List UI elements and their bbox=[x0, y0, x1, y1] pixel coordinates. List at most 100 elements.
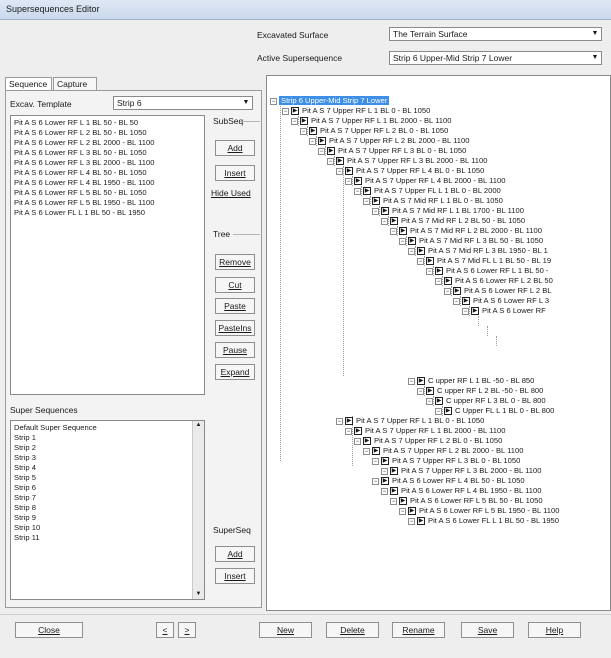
collapse-icon[interactable]: − bbox=[309, 137, 316, 145]
list-item[interactable]: Strip 11 bbox=[11, 533, 204, 543]
tree-node[interactable]: − ▶ Pit A S 6 Lower RF L 1 BL 50 - bbox=[426, 266, 548, 276]
collapse-icon[interactable]: − bbox=[381, 217, 388, 225]
list-item[interactable]: Pit A S 6 Lower RF L 5 BL 1950 - BL 1100 bbox=[11, 198, 204, 208]
new-button[interactable]: New bbox=[259, 622, 312, 638]
collapse-icon[interactable]: − bbox=[336, 167, 343, 175]
list-item[interactable]: Pit A S 6 Lower RF L 1 BL 50 - BL 50 bbox=[11, 118, 204, 128]
list-item[interactable]: Default Super Sequence bbox=[11, 423, 204, 433]
superseq-insert-button[interactable]: Insert bbox=[215, 568, 255, 584]
collapse-icon[interactable]: − bbox=[462, 307, 469, 315]
tree-node[interactable]: − ▶ Pit A S 7 Upper RF L 1 BL 0 - BL 1050 bbox=[282, 106, 430, 116]
subseq-add-button[interactable]: Add bbox=[215, 140, 255, 156]
list-item[interactable]: Pit A S 6 Lower FL L 1 BL 50 - BL 1950 bbox=[11, 208, 204, 218]
tree-node[interactable]: − ▶ Pit A S 7 Upper RF L 3 BL 0 - BL 1050 bbox=[372, 456, 520, 466]
tree-node[interactable]: − ▶ Pit A S 7 Mid RF L 2 BL 2000 - BL 1100 bbox=[390, 226, 542, 236]
tree-node[interactable]: − ▶ Pit A S 7 Upper RF L 3 BL 2000 - BL 11… bbox=[327, 156, 487, 166]
tree-paste-button[interactable]: Paste bbox=[215, 298, 255, 314]
tree-remove-button[interactable]: Remove bbox=[215, 254, 255, 270]
collapse-icon[interactable]: − bbox=[270, 97, 277, 105]
list-item[interactable]: Strip 4 bbox=[11, 463, 204, 473]
collapse-icon[interactable]: − bbox=[381, 487, 388, 495]
collapse-icon[interactable]: − bbox=[345, 177, 352, 185]
tree-node[interactable]: − ▶ Pit A S 7 Mid RF L 2 BL 50 - BL 1050 bbox=[381, 216, 525, 226]
tree-node[interactable]: − ▶ Pit A S 6 Lower RF L 5 BL 1950 - BL 11… bbox=[399, 506, 559, 516]
tree-node[interactable]: − ▶ Pit A S 7 Mid RF L 3 BL 1950 - BL 1 bbox=[408, 246, 548, 256]
tree-node[interactable]: − ▶ Pit A S 7 Upper RF L 3 BL 2000 - BL 11… bbox=[381, 466, 541, 476]
collapse-icon[interactable]: − bbox=[417, 257, 424, 265]
tab-capture[interactable]: Capture bbox=[53, 77, 97, 91]
tree-node[interactable]: − ▶ C upper RF L 1 BL -50 - BL 850 bbox=[408, 376, 534, 386]
tree-node[interactable]: − ▶ Pit A S 7 Upper RF L 1 BL 2000 - BL 11… bbox=[345, 426, 505, 436]
tree-node[interactable]: − ▶ C Upper FL L 1 BL 0 - BL 800 bbox=[435, 406, 554, 416]
scroll-down-icon[interactable]: ▼ bbox=[193, 590, 204, 599]
tree-expand-button[interactable]: Expand bbox=[215, 364, 255, 380]
tree-node[interactable]: − ▶ Pit A S 7 Upper RF L 4 BL 0 - BL 1050 bbox=[336, 166, 484, 176]
tree-node[interactable]: − ▶ Pit A S 7 Upper RF L 2 BL 2000 - BL 11… bbox=[363, 446, 523, 456]
collapse-icon[interactable]: − bbox=[345, 427, 352, 435]
list-item[interactable]: Strip 3 bbox=[11, 453, 204, 463]
subsequence-list[interactable]: Pit A S 6 Lower RF L 1 BL 50 - BL 50 Pit… bbox=[10, 115, 205, 395]
rename-button[interactable]: Rename bbox=[392, 622, 445, 638]
collapse-icon[interactable]: − bbox=[363, 197, 370, 205]
superseq-add-button[interactable]: Add bbox=[215, 546, 255, 562]
tree-root-node[interactable]: − Strip 6 Upper-Mid Strip 7 Lower bbox=[270, 96, 390, 106]
tree-pause-button[interactable]: Pause bbox=[215, 342, 255, 358]
collapse-icon[interactable]: − bbox=[354, 437, 361, 445]
tree-node[interactable]: − ▶ Pit A S 7 Upper RF L 2 BL 2000 - BL 11… bbox=[309, 136, 469, 146]
tree-node[interactable]: − ▶ Pit A S 7 Upper RF L 3 BL 0 - BL 1050 bbox=[318, 146, 466, 156]
collapse-icon[interactable]: − bbox=[327, 157, 334, 165]
tree-node[interactable]: − ▶ Pit A S 7 Mid RF L 1 BL 0 - BL 1050 bbox=[363, 196, 503, 206]
previous-button[interactable]: < bbox=[156, 622, 174, 638]
tree-node[interactable]: − ▶ Pit A S 7 Upper RF L 1 BL 2000 - BL 11… bbox=[291, 116, 451, 126]
save-button[interactable]: Save bbox=[461, 622, 514, 638]
collapse-icon[interactable]: − bbox=[426, 397, 433, 405]
collapse-icon[interactable]: − bbox=[336, 417, 343, 425]
tree-node[interactable]: − ▶ C upper RF L 2 BL -50 - BL 800 bbox=[417, 386, 543, 396]
help-button[interactable]: Help bbox=[528, 622, 581, 638]
tree-node[interactable]: − ▶ Pit A S 7 Upper FL L 1 BL 0 - BL 2000 bbox=[354, 186, 501, 196]
list-item[interactable]: Strip 10 bbox=[11, 523, 204, 533]
list-item[interactable]: Pit A S 6 Lower RF L 3 BL 2000 - BL 1100 bbox=[11, 158, 204, 168]
hide-used-toggle[interactable]: Hide Used bbox=[211, 188, 251, 198]
list-item[interactable]: Pit A S 6 Lower RF L 2 BL 50 - BL 1050 bbox=[11, 128, 204, 138]
tree-node[interactable]: − ▶ Pit A S 6 Lower RF L 2 BL 50 bbox=[435, 276, 553, 286]
list-item[interactable]: Pit A S 6 Lower RF L 4 BL 50 - BL 1050 bbox=[11, 168, 204, 178]
tree-node[interactable]: − ▶ Pit A S 7 Upper RF L 2 BL 0 - BL 1050 bbox=[354, 436, 502, 446]
list-item[interactable]: Pit A S 6 Lower RF L 3 BL 50 - BL 1050 bbox=[11, 148, 204, 158]
subseq-insert-button[interactable]: Insert bbox=[215, 165, 255, 181]
tree-node[interactable]: − ▶ Pit A S 6 Lower RF L 2 BL bbox=[444, 286, 552, 296]
collapse-icon[interactable]: − bbox=[381, 467, 388, 475]
excav-template-select[interactable]: Strip 6 ▼ bbox=[113, 96, 253, 110]
collapse-icon[interactable]: − bbox=[291, 117, 298, 125]
tree-node[interactable]: − ▶ Pit A S 6 Lower RF L 4 BL 50 - BL 1050 bbox=[372, 476, 525, 486]
list-item[interactable]: Pit A S 6 Lower RF L 5 BL 50 - BL 1050 bbox=[11, 188, 204, 198]
collapse-icon[interactable]: − bbox=[372, 207, 379, 215]
sequence-tree-view[interactable]: − Strip 6 Upper-Mid Strip 7 Lower − ▶ Pit A… bbox=[266, 75, 611, 611]
collapse-icon[interactable]: − bbox=[444, 287, 451, 295]
tree-node[interactable]: − ▶ Pit A S 6 Lower RF L 4 BL 1950 - BL 11… bbox=[381, 486, 541, 496]
tree-cut-button[interactable]: Cut bbox=[215, 277, 255, 293]
collapse-icon[interactable]: − bbox=[435, 407, 442, 415]
tree-node[interactable]: − ▶ Pit A S 6 Lower RF L 5 BL 50 - BL 1050 bbox=[390, 496, 543, 506]
collapse-icon[interactable]: − bbox=[435, 277, 442, 285]
super-sequences-list[interactable]: Default Super Sequence Strip 1 Strip 2 S… bbox=[10, 420, 205, 600]
collapse-icon[interactable]: − bbox=[399, 507, 406, 515]
list-item[interactable]: Strip 2 bbox=[11, 443, 204, 453]
delete-button[interactable]: Delete bbox=[326, 622, 379, 638]
tree-node[interactable]: − ▶ Pit A S 7 Upper RF L 4 BL 2000 - BL 11… bbox=[345, 176, 505, 186]
collapse-icon[interactable]: − bbox=[390, 227, 397, 235]
scroll-up-icon[interactable]: ▲ bbox=[193, 421, 204, 430]
collapse-icon[interactable]: − bbox=[372, 477, 379, 485]
tree-pasteins-button[interactable]: PasteIns bbox=[215, 320, 255, 336]
collapse-icon[interactable]: − bbox=[399, 237, 406, 245]
list-item[interactable]: Strip 1 bbox=[11, 433, 204, 443]
collapse-icon[interactable]: − bbox=[390, 497, 397, 505]
tree-node[interactable]: − ▶ Pit A S 7 Upper RF L 1 BL 0 - BL 1050 bbox=[336, 416, 484, 426]
close-button[interactable]: Close bbox=[15, 622, 83, 638]
tree-node[interactable]: − ▶ Pit A S 7 Mid FL L 1 BL 50 - BL 19 bbox=[417, 256, 551, 266]
tree-node[interactable]: − ▶ Pit A S 6 Lower RF bbox=[462, 306, 546, 316]
tree-node[interactable]: − ▶ Pit A S 7 Upper RF L 2 BL 0 - BL 1050 bbox=[300, 126, 448, 136]
collapse-icon[interactable]: − bbox=[408, 247, 415, 255]
active-supersequence-select[interactable]: Strip 6 Upper-Mid Strip 7 Lower ▼ bbox=[389, 51, 602, 65]
tree-node[interactable]: − ▶ Pit A S 7 Mid RF L 1 BL 1700 - BL 1100 bbox=[372, 206, 524, 216]
